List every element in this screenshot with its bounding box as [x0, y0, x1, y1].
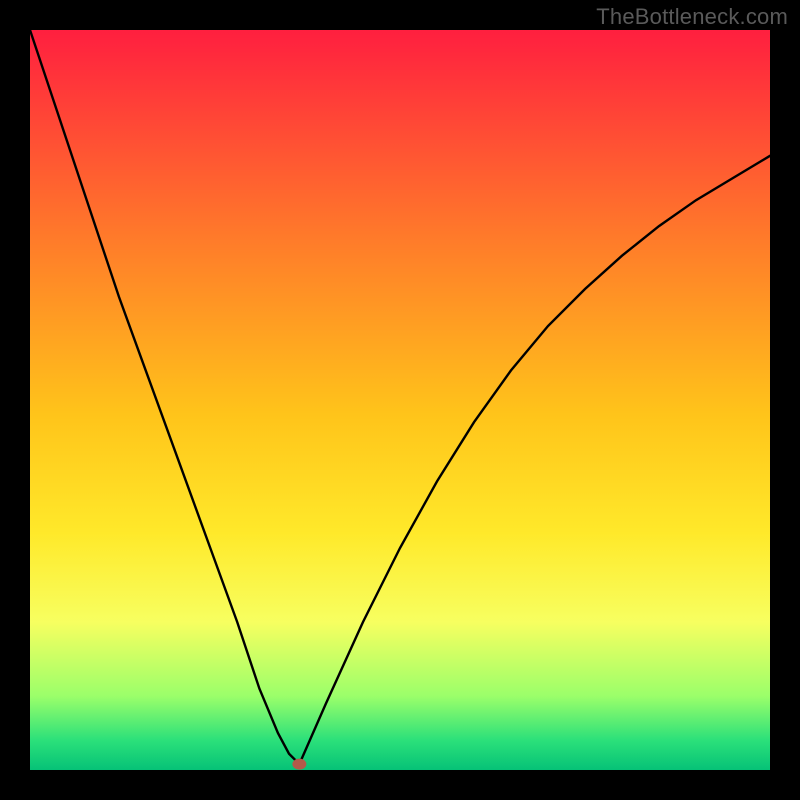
- plot-area: [30, 30, 770, 770]
- chart-frame: TheBottleneck.com: [0, 0, 800, 800]
- min-point-marker: [292, 759, 306, 770]
- gradient-background: [30, 30, 770, 770]
- watermark-text: TheBottleneck.com: [596, 4, 788, 30]
- chart-svg: [30, 30, 770, 770]
